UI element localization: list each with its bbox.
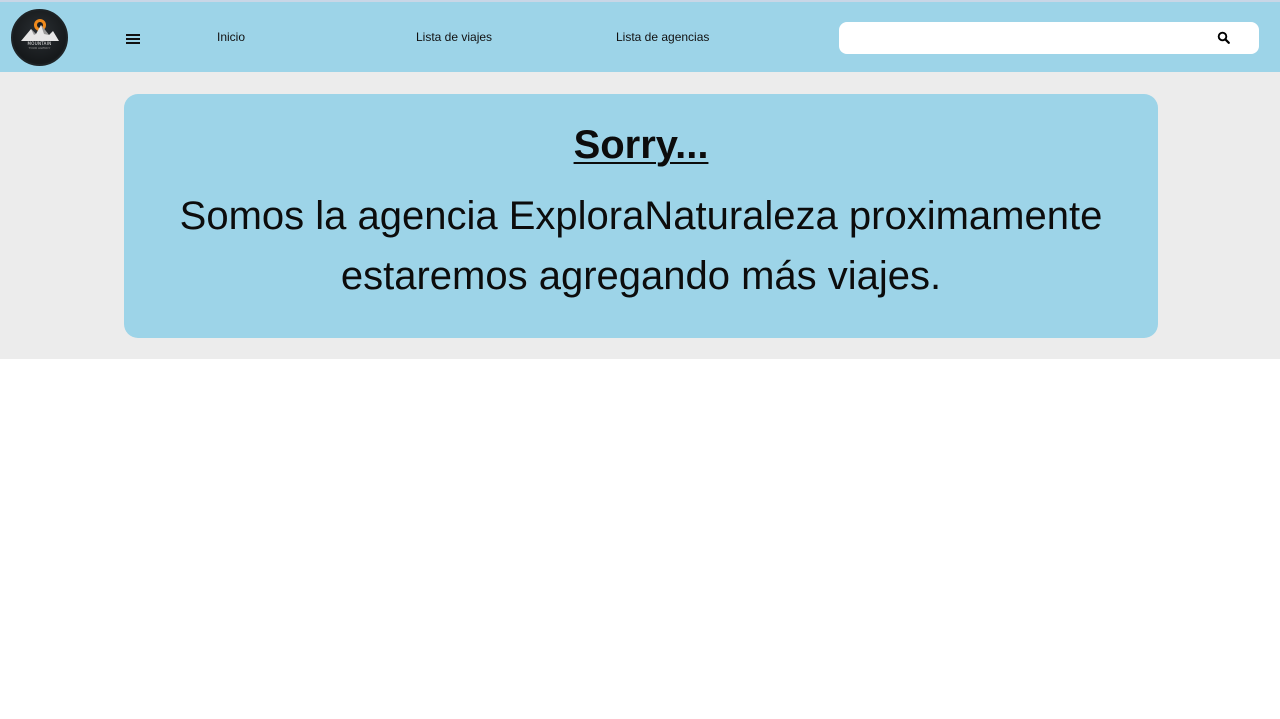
notice-card: Sorry... Somos la agencia ExploraNatural… bbox=[124, 94, 1158, 338]
search-icon[interactable] bbox=[1216, 30, 1232, 46]
search-input[interactable] bbox=[849, 26, 1199, 50]
search-bar bbox=[839, 22, 1259, 54]
logo-subtext: TOUR AGENCY bbox=[28, 46, 51, 50]
hamburger-icon[interactable] bbox=[125, 32, 142, 46]
mountain-logo-icon bbox=[21, 19, 59, 41]
nav-link-inicio[interactable]: Inicio bbox=[217, 30, 245, 44]
nav-link-lista-de-viajes[interactable]: Lista de viajes bbox=[416, 30, 492, 44]
page-title: Sorry... bbox=[573, 123, 709, 167]
notice-message: Somos la agencia ExploraNaturaleza proxi… bbox=[179, 194, 1103, 298]
navbar: MOUNTAIN TOUR AGENCY Inicio Lista de via… bbox=[0, 0, 1280, 72]
nav-link-lista-de-agencias[interactable]: Lista de agencias bbox=[616, 30, 709, 44]
main-content: Sorry... Somos la agencia ExploraNatural… bbox=[0, 72, 1280, 359]
brand-logo[interactable]: MOUNTAIN TOUR AGENCY bbox=[11, 9, 68, 66]
